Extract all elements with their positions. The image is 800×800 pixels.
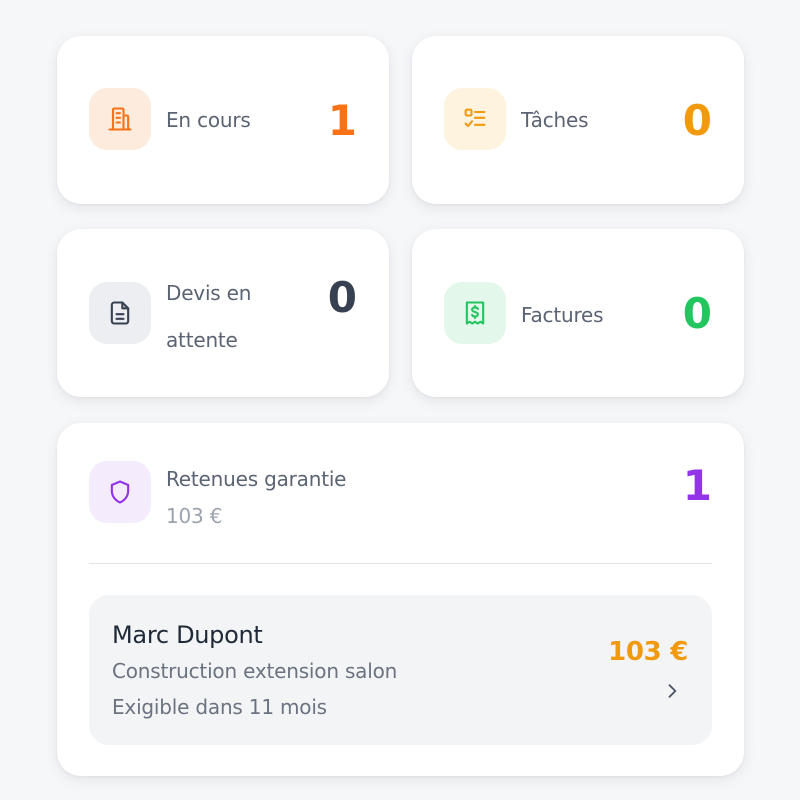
chevron-right-icon[interactable] — [662, 681, 682, 701]
stat-card-en-cours[interactable]: En cours 1 — [57, 36, 389, 204]
retenues-icon-box — [89, 461, 151, 523]
divider — [89, 563, 712, 564]
stat-card-devis[interactable]: Devis en attente 0 — [57, 229, 389, 397]
stat-label: En cours — [166, 108, 251, 132]
project-name: Construction extension salon — [112, 659, 398, 683]
document-icon — [110, 301, 130, 325]
stat-label: Factures — [521, 303, 604, 327]
stat-card-taches[interactable]: Tâches 0 — [412, 36, 744, 204]
stat-label-line2: attente — [166, 328, 238, 352]
building-icon — [108, 107, 132, 131]
retenue-amount: 103 € — [608, 637, 688, 667]
stat-label-line1: Devis en — [166, 281, 252, 305]
stat-value: 0 — [682, 289, 712, 338]
shield-icon — [110, 480, 130, 504]
stat-value: 0 — [327, 273, 357, 322]
taches-icon-box — [444, 88, 506, 150]
retenues-card: Retenues garantie 103 € 1 Marc Dupont Co… — [57, 423, 744, 776]
devis-icon-box — [89, 282, 151, 344]
retenues-count: 1 — [682, 461, 712, 510]
retenues-total: 103 € — [166, 504, 223, 528]
stat-label: Tâches — [521, 108, 589, 132]
stat-card-factures[interactable]: Factures 0 — [412, 229, 744, 397]
due-text: Exigible dans 11 mois — [112, 695, 327, 719]
client-name: Marc Dupont — [112, 621, 263, 649]
retenues-label: Retenues garantie — [166, 467, 347, 491]
factures-icon-box — [444, 282, 506, 344]
checklist-icon — [464, 108, 486, 128]
stat-value: 0 — [682, 96, 712, 145]
en-cours-icon-box — [89, 88, 151, 150]
retenue-item[interactable]: Marc Dupont Construction extension salon… — [89, 595, 712, 745]
stat-value: 1 — [327, 96, 357, 145]
receipt-dollar-icon — [465, 301, 485, 325]
